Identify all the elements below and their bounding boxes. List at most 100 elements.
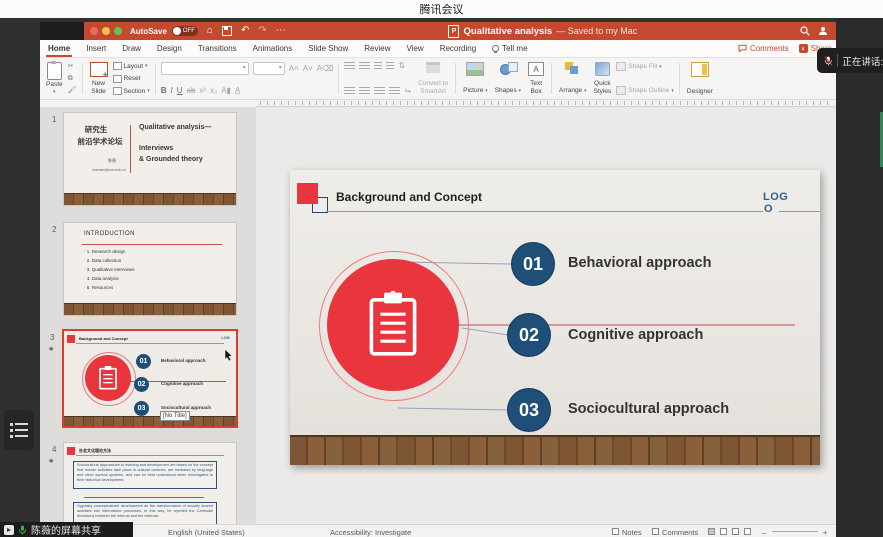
number-circle-02[interactable]: 02 bbox=[508, 314, 550, 356]
copy-icon[interactable]: ⧉ bbox=[68, 75, 77, 82]
convert-to-smartart-button[interactable]: Convert toSmartArt bbox=[416, 61, 450, 96]
slide-1-thumbnail[interactable]: 研究生 前沿学术论坛 陈薇 chenwei@univ.edu.cn Qualit… bbox=[64, 113, 236, 205]
reset-button[interactable]: Reset bbox=[113, 75, 150, 83]
main-slide[interactable]: Background and Concept LOG O bbox=[290, 170, 820, 465]
bold-button[interactable]: B bbox=[161, 87, 167, 95]
superscript-button[interactable]: x² bbox=[199, 87, 206, 95]
strikethrough-button[interactable]: ab bbox=[187, 87, 196, 95]
tab-recording[interactable]: Recording bbox=[432, 40, 484, 57]
layout-button[interactable]: Layout▾ bbox=[113, 62, 150, 70]
new-slide-button[interactable]: NewSlide bbox=[88, 61, 110, 96]
tab-draw[interactable]: Draw bbox=[114, 40, 149, 57]
highlight-color-icon[interactable]: A▮ bbox=[221, 87, 231, 95]
increase-indent-icon[interactable] bbox=[386, 62, 394, 70]
slide-thumbnail-panel: 1 研究生 前沿学术论坛 陈薇 chenwei@univ.edu.cn Qual… bbox=[40, 107, 256, 524]
cut-icon[interactable]: ✂ bbox=[68, 63, 77, 70]
normal-view-icon[interactable] bbox=[708, 528, 715, 535]
tab-review[interactable]: Review bbox=[356, 40, 398, 57]
editing-canvas[interactable]: Background and Concept LOG O bbox=[256, 107, 836, 524]
search-icon[interactable] bbox=[800, 26, 810, 36]
font-size-combobox[interactable] bbox=[253, 62, 285, 75]
item-label-cognitive[interactable]: Cognitive approach bbox=[568, 327, 703, 343]
zoom-slider[interactable] bbox=[772, 531, 818, 532]
reading-view-icon[interactable] bbox=[732, 528, 739, 535]
shape-outline-button[interactable]: Shape Outline▾ bbox=[616, 86, 674, 95]
italic-button[interactable]: I bbox=[171, 87, 173, 95]
slide-2-thumbnail[interactable]: INTRODUCTION 1. Research design 2. Data … bbox=[64, 223, 236, 315]
muted-microphone-icon[interactable] bbox=[824, 54, 833, 68]
tell-me-button[interactable]: Tell me bbox=[484, 44, 535, 53]
number-circle-03[interactable]: 03 bbox=[508, 389, 550, 431]
comments-status-button[interactable]: Comments bbox=[662, 528, 698, 537]
text-direction-icon[interactable]: ⇋ bbox=[404, 87, 411, 95]
decrease-indent-icon[interactable] bbox=[374, 62, 382, 70]
font-name-combobox[interactable] bbox=[161, 62, 249, 75]
slide-sorter-view-icon[interactable] bbox=[720, 528, 727, 535]
paragraph-group: ⇅ ⇋ bbox=[344, 61, 411, 96]
slide-title[interactable]: Background and Concept bbox=[336, 190, 482, 204]
item-label-behavioral[interactable]: Behavioral approach bbox=[568, 255, 711, 271]
slide-4-thumbnail[interactable]: 社会文化理论方法 Sociocultural approaches to lea… bbox=[64, 443, 236, 524]
account-icon[interactable] bbox=[818, 26, 828, 36]
shape-fill-button[interactable]: Shape Fill▾ bbox=[616, 62, 674, 71]
shapes-button[interactable]: Shapes ▾ bbox=[493, 61, 523, 96]
zoom-out-button[interactable]: – bbox=[762, 528, 766, 537]
number-circle-01[interactable]: 01 bbox=[512, 243, 554, 285]
item-label-sociocultural[interactable]: Sociocultural approach bbox=[568, 401, 729, 417]
tab-insert[interactable]: Insert bbox=[78, 40, 114, 57]
home-icon[interactable]: ⌂ bbox=[207, 26, 213, 36]
line-spacing-icon[interactable]: ⇅ bbox=[398, 62, 405, 70]
grow-font-icon[interactable]: A˄ bbox=[289, 65, 299, 73]
notes-icon[interactable] bbox=[612, 528, 619, 535]
language-status[interactable]: English (United States) bbox=[168, 528, 245, 537]
tab-home[interactable]: Home bbox=[40, 40, 78, 57]
zoom-window-button[interactable] bbox=[114, 27, 122, 35]
arrange-button[interactable]: Arrange ▾ bbox=[557, 61, 588, 96]
document-save-status[interactable]: — Saved to my Mac bbox=[556, 26, 637, 36]
picture-button[interactable]: Picture ▾ bbox=[461, 61, 490, 96]
tab-animations[interactable]: Animations bbox=[245, 40, 301, 57]
clear-formatting-icon[interactable]: A⌫ bbox=[317, 65, 334, 73]
comments-status-icon[interactable] bbox=[652, 528, 659, 535]
redo-icon[interactable]: ↷ bbox=[258, 26, 266, 36]
ribbon-toolbar: Paste ▾ ✂ ⧉ 🖌 NewSlide Layout▾ Reset bbox=[40, 58, 836, 100]
slide-3-thumbnail-selected[interactable]: Background and Concept LOG 01 02 03 bbox=[62, 329, 238, 428]
autosave-toggle[interactable]: OFF bbox=[172, 26, 198, 36]
subscript-button[interactable]: x₂ bbox=[210, 87, 217, 95]
slide1-en-title: Qualitative analysis— bbox=[139, 124, 211, 131]
zoom-in-button[interactable]: + bbox=[823, 528, 827, 537]
justify-icon[interactable] bbox=[389, 87, 400, 95]
tab-design[interactable]: Design bbox=[149, 40, 190, 57]
share-icon bbox=[799, 44, 808, 53]
participant-list-button[interactable] bbox=[4, 410, 34, 450]
designer-button[interactable]: Designer bbox=[685, 61, 715, 96]
minimize-window-button[interactable] bbox=[102, 27, 110, 35]
notes-button[interactable]: Notes bbox=[622, 528, 642, 537]
font-color-icon[interactable]: A̲ bbox=[235, 87, 240, 95]
tab-slide-show[interactable]: Slide Show bbox=[300, 40, 356, 57]
save-icon[interactable] bbox=[222, 26, 232, 36]
align-left-icon[interactable] bbox=[344, 87, 355, 95]
text-box-button[interactable]: A TextBox bbox=[526, 61, 546, 96]
accessibility-status[interactable]: Accessibility: Investigate bbox=[330, 528, 411, 537]
close-window-button[interactable] bbox=[90, 27, 98, 35]
section-button[interactable]: Section▾ bbox=[113, 87, 150, 95]
bullets-icon[interactable] bbox=[344, 62, 355, 70]
slideshow-view-icon[interactable] bbox=[744, 528, 751, 535]
format-painter-icon[interactable]: 🖌 bbox=[68, 87, 77, 94]
red-circle-graphic[interactable] bbox=[327, 259, 459, 391]
shrink-font-icon[interactable]: A˅ bbox=[303, 65, 313, 73]
align-right-icon[interactable] bbox=[374, 87, 385, 95]
comments-button[interactable]: Comments bbox=[738, 44, 789, 53]
numbering-icon[interactable] bbox=[359, 62, 370, 70]
quick-styles-button[interactable]: QuickStyles bbox=[592, 61, 614, 96]
more-commands-icon[interactable]: ⋯ bbox=[276, 26, 286, 36]
align-center-icon[interactable] bbox=[359, 87, 370, 95]
lightbulb-icon bbox=[492, 45, 499, 52]
tab-transitions[interactable]: Transitions bbox=[190, 40, 245, 57]
mini-clipboard-icon bbox=[98, 365, 118, 391]
tab-view[interactable]: View bbox=[399, 40, 432, 57]
underline-button[interactable]: U bbox=[177, 87, 183, 95]
paste-button[interactable]: Paste ▾ bbox=[44, 61, 65, 96]
undo-icon[interactable]: ↶ bbox=[241, 26, 249, 36]
